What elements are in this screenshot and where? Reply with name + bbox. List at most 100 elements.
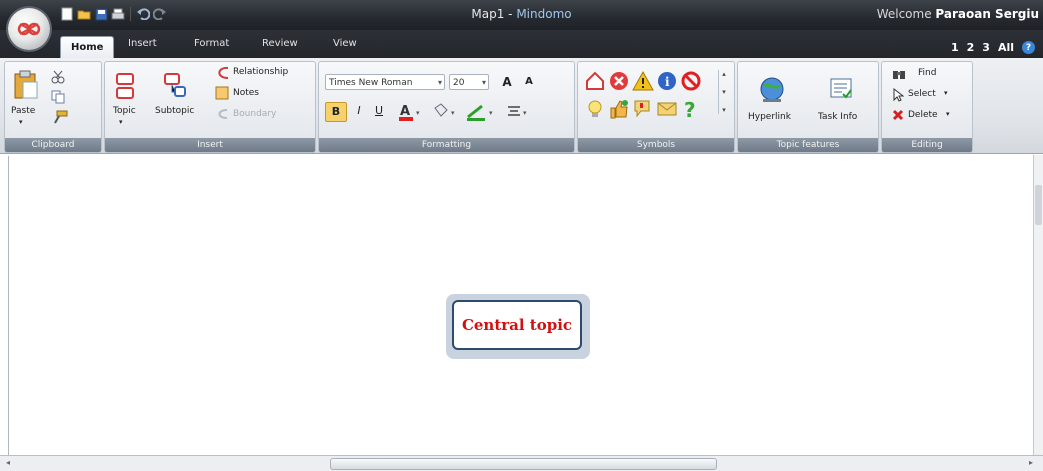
title-bar: Map1 - Mindomo Welcome Paraoan Sergiu bbox=[0, 0, 1043, 30]
idea-bulb-symbol-icon[interactable] bbox=[584, 98, 606, 120]
select-button[interactable]: Select bbox=[908, 89, 936, 99]
mindomo-logo-icon bbox=[17, 22, 41, 36]
font-size-value: 20 bbox=[453, 78, 465, 88]
svg-text:▾: ▾ bbox=[523, 109, 527, 117]
grow-font-button[interactable]: A bbox=[497, 73, 517, 91]
svg-text:▾: ▾ bbox=[489, 109, 493, 117]
tab-home[interactable]: Home bbox=[60, 36, 115, 59]
subtopic-icon[interactable] bbox=[163, 72, 187, 102]
home-symbol-icon[interactable] bbox=[584, 70, 606, 92]
select-cursor-icon[interactable] bbox=[892, 88, 904, 102]
insert-group: Topic ▾ Subtopic Relationship Notes Boun… bbox=[104, 61, 316, 153]
gallery-up-icon[interactable]: ▴ bbox=[722, 70, 726, 78]
font-color-icon[interactable]: A ▾ bbox=[397, 102, 425, 122]
hyperlink-button[interactable]: Hyperlink bbox=[748, 112, 791, 122]
question-symbol-icon[interactable]: ? bbox=[680, 98, 702, 120]
font-dropdown-icon: ▾ bbox=[437, 78, 442, 87]
welcome-label: Welcome bbox=[876, 7, 936, 21]
help-icon[interactable]: ? bbox=[1022, 41, 1035, 54]
horizontal-scroll-thumb[interactable] bbox=[330, 458, 717, 470]
boundary-icon bbox=[218, 109, 228, 119]
ribbon-tabs: Home Insert Format Review View 1 2 3 All… bbox=[0, 30, 1043, 59]
font-family-value: Times New Roman bbox=[329, 78, 413, 88]
app-menu-button[interactable] bbox=[8, 8, 50, 50]
clipboard-group: Paste ▾ Clipboard bbox=[4, 61, 102, 153]
topic-dropdown-icon[interactable]: ▾ bbox=[119, 118, 123, 126]
paste-button[interactable]: Paste bbox=[11, 106, 35, 116]
warning-symbol-icon[interactable] bbox=[632, 70, 654, 92]
shrink-font-button[interactable]: A bbox=[519, 73, 539, 91]
cancel-symbol-icon[interactable] bbox=[608, 70, 630, 92]
view-2-button[interactable]: 2 bbox=[967, 41, 975, 54]
line-color-icon[interactable]: ▾ bbox=[465, 102, 499, 122]
tab-review[interactable]: Review bbox=[262, 38, 298, 49]
find-button[interactable]: Find bbox=[918, 68, 936, 78]
scroll-left-icon[interactable]: ◂ bbox=[6, 458, 10, 467]
hyperlink-globe-icon[interactable] bbox=[758, 76, 786, 104]
delete-button[interactable]: Delete bbox=[908, 110, 938, 120]
svg-text:A: A bbox=[400, 104, 410, 119]
tab-insert[interactable]: Insert bbox=[128, 38, 157, 49]
vertical-scrollbar[interactable] bbox=[1033, 155, 1043, 456]
bold-button[interactable]: B bbox=[325, 102, 347, 122]
mail-symbol-icon[interactable] bbox=[656, 98, 678, 120]
gallery-more-icon[interactable]: ▾ bbox=[722, 106, 726, 114]
prohibited-symbol-icon[interactable] bbox=[680, 70, 702, 92]
formatting-group-label: Formatting bbox=[319, 138, 574, 152]
document-title: Map1 - bbox=[471, 7, 517, 21]
svg-text:?: ? bbox=[684, 98, 696, 120]
thumbs-up-symbol-icon[interactable] bbox=[608, 98, 630, 120]
find-binoculars-icon[interactable] bbox=[892, 68, 906, 80]
tab-format[interactable]: Format bbox=[194, 38, 229, 49]
delete-x-icon[interactable] bbox=[892, 109, 904, 121]
info-symbol-icon[interactable]: i bbox=[656, 70, 678, 92]
notes-icon[interactable] bbox=[215, 86, 229, 100]
italic-button[interactable]: I bbox=[349, 102, 369, 120]
svg-text:▾: ▾ bbox=[416, 109, 420, 117]
delete-dropdown-icon[interactable]: ▾ bbox=[946, 110, 950, 118]
copy-icon[interactable] bbox=[51, 90, 65, 104]
comment-symbol-icon[interactable] bbox=[632, 98, 654, 120]
view-1-button[interactable]: 1 bbox=[951, 41, 959, 54]
clipboard-group-label: Clipboard bbox=[5, 138, 101, 152]
ribbon: Paste ▾ Clipboard Topic ▾ Subtopic Relat… bbox=[0, 58, 1043, 154]
editing-group-label: Editing bbox=[882, 138, 972, 152]
vertical-scroll-thumb[interactable] bbox=[1035, 185, 1042, 225]
font-family-select[interactable]: Times New Roman ▾ bbox=[325, 74, 445, 90]
gallery-down-icon[interactable]: ▾ bbox=[722, 88, 726, 96]
welcome-message: Welcome Paraoan Sergiu bbox=[877, 7, 1039, 21]
central-topic-node[interactable]: Central topic bbox=[446, 294, 590, 359]
topic-icon[interactable] bbox=[115, 72, 137, 102]
fill-color-icon[interactable]: ▾ bbox=[431, 102, 461, 122]
paste-dropdown-icon[interactable]: ▾ bbox=[19, 118, 23, 126]
editing-group: Find Select ▾ Delete ▾ Editing bbox=[881, 61, 973, 153]
symbols-group-label: Symbols bbox=[578, 138, 734, 152]
align-icon[interactable]: ▾ bbox=[505, 102, 531, 122]
view-all-button[interactable]: All bbox=[998, 41, 1014, 54]
font-size-select[interactable]: 20 ▾ bbox=[449, 74, 489, 90]
relationship-icon[interactable] bbox=[215, 66, 231, 80]
select-dropdown-icon[interactable]: ▾ bbox=[944, 89, 948, 97]
tab-view[interactable]: View bbox=[333, 38, 357, 49]
cut-icon[interactable] bbox=[51, 70, 65, 84]
user-name[interactable]: Paraoan Sergiu bbox=[935, 7, 1039, 21]
symbols-group: i ? ▴ ▾ ▾ Symbols bbox=[577, 61, 735, 153]
boundary-button: Boundary bbox=[233, 109, 277, 119]
task-info-button[interactable]: Task Info bbox=[818, 112, 857, 122]
subtopic-button[interactable]: Subtopic bbox=[155, 106, 194, 116]
task-info-icon[interactable] bbox=[828, 76, 854, 102]
symbols-gallery-scroll[interactable]: ▴ ▾ ▾ bbox=[718, 70, 729, 114]
topic-button[interactable]: Topic bbox=[113, 106, 136, 116]
view-3-button[interactable]: 3 bbox=[982, 41, 990, 54]
relationship-button[interactable]: Relationship bbox=[233, 67, 288, 77]
svg-text:i: i bbox=[665, 75, 670, 89]
app-name: Mindomo bbox=[516, 7, 572, 21]
horizontal-scrollbar[interactable]: ◂ ▸ bbox=[0, 455, 1043, 471]
paste-icon[interactable] bbox=[13, 70, 39, 100]
scroll-right-icon[interactable]: ▸ bbox=[1029, 458, 1033, 467]
central-topic[interactable]: Central topic bbox=[452, 300, 582, 350]
notes-button[interactable]: Notes bbox=[233, 88, 259, 98]
svg-text:▾: ▾ bbox=[451, 109, 455, 117]
underline-button[interactable]: U bbox=[369, 102, 389, 120]
format-painter-icon[interactable] bbox=[51, 110, 69, 124]
